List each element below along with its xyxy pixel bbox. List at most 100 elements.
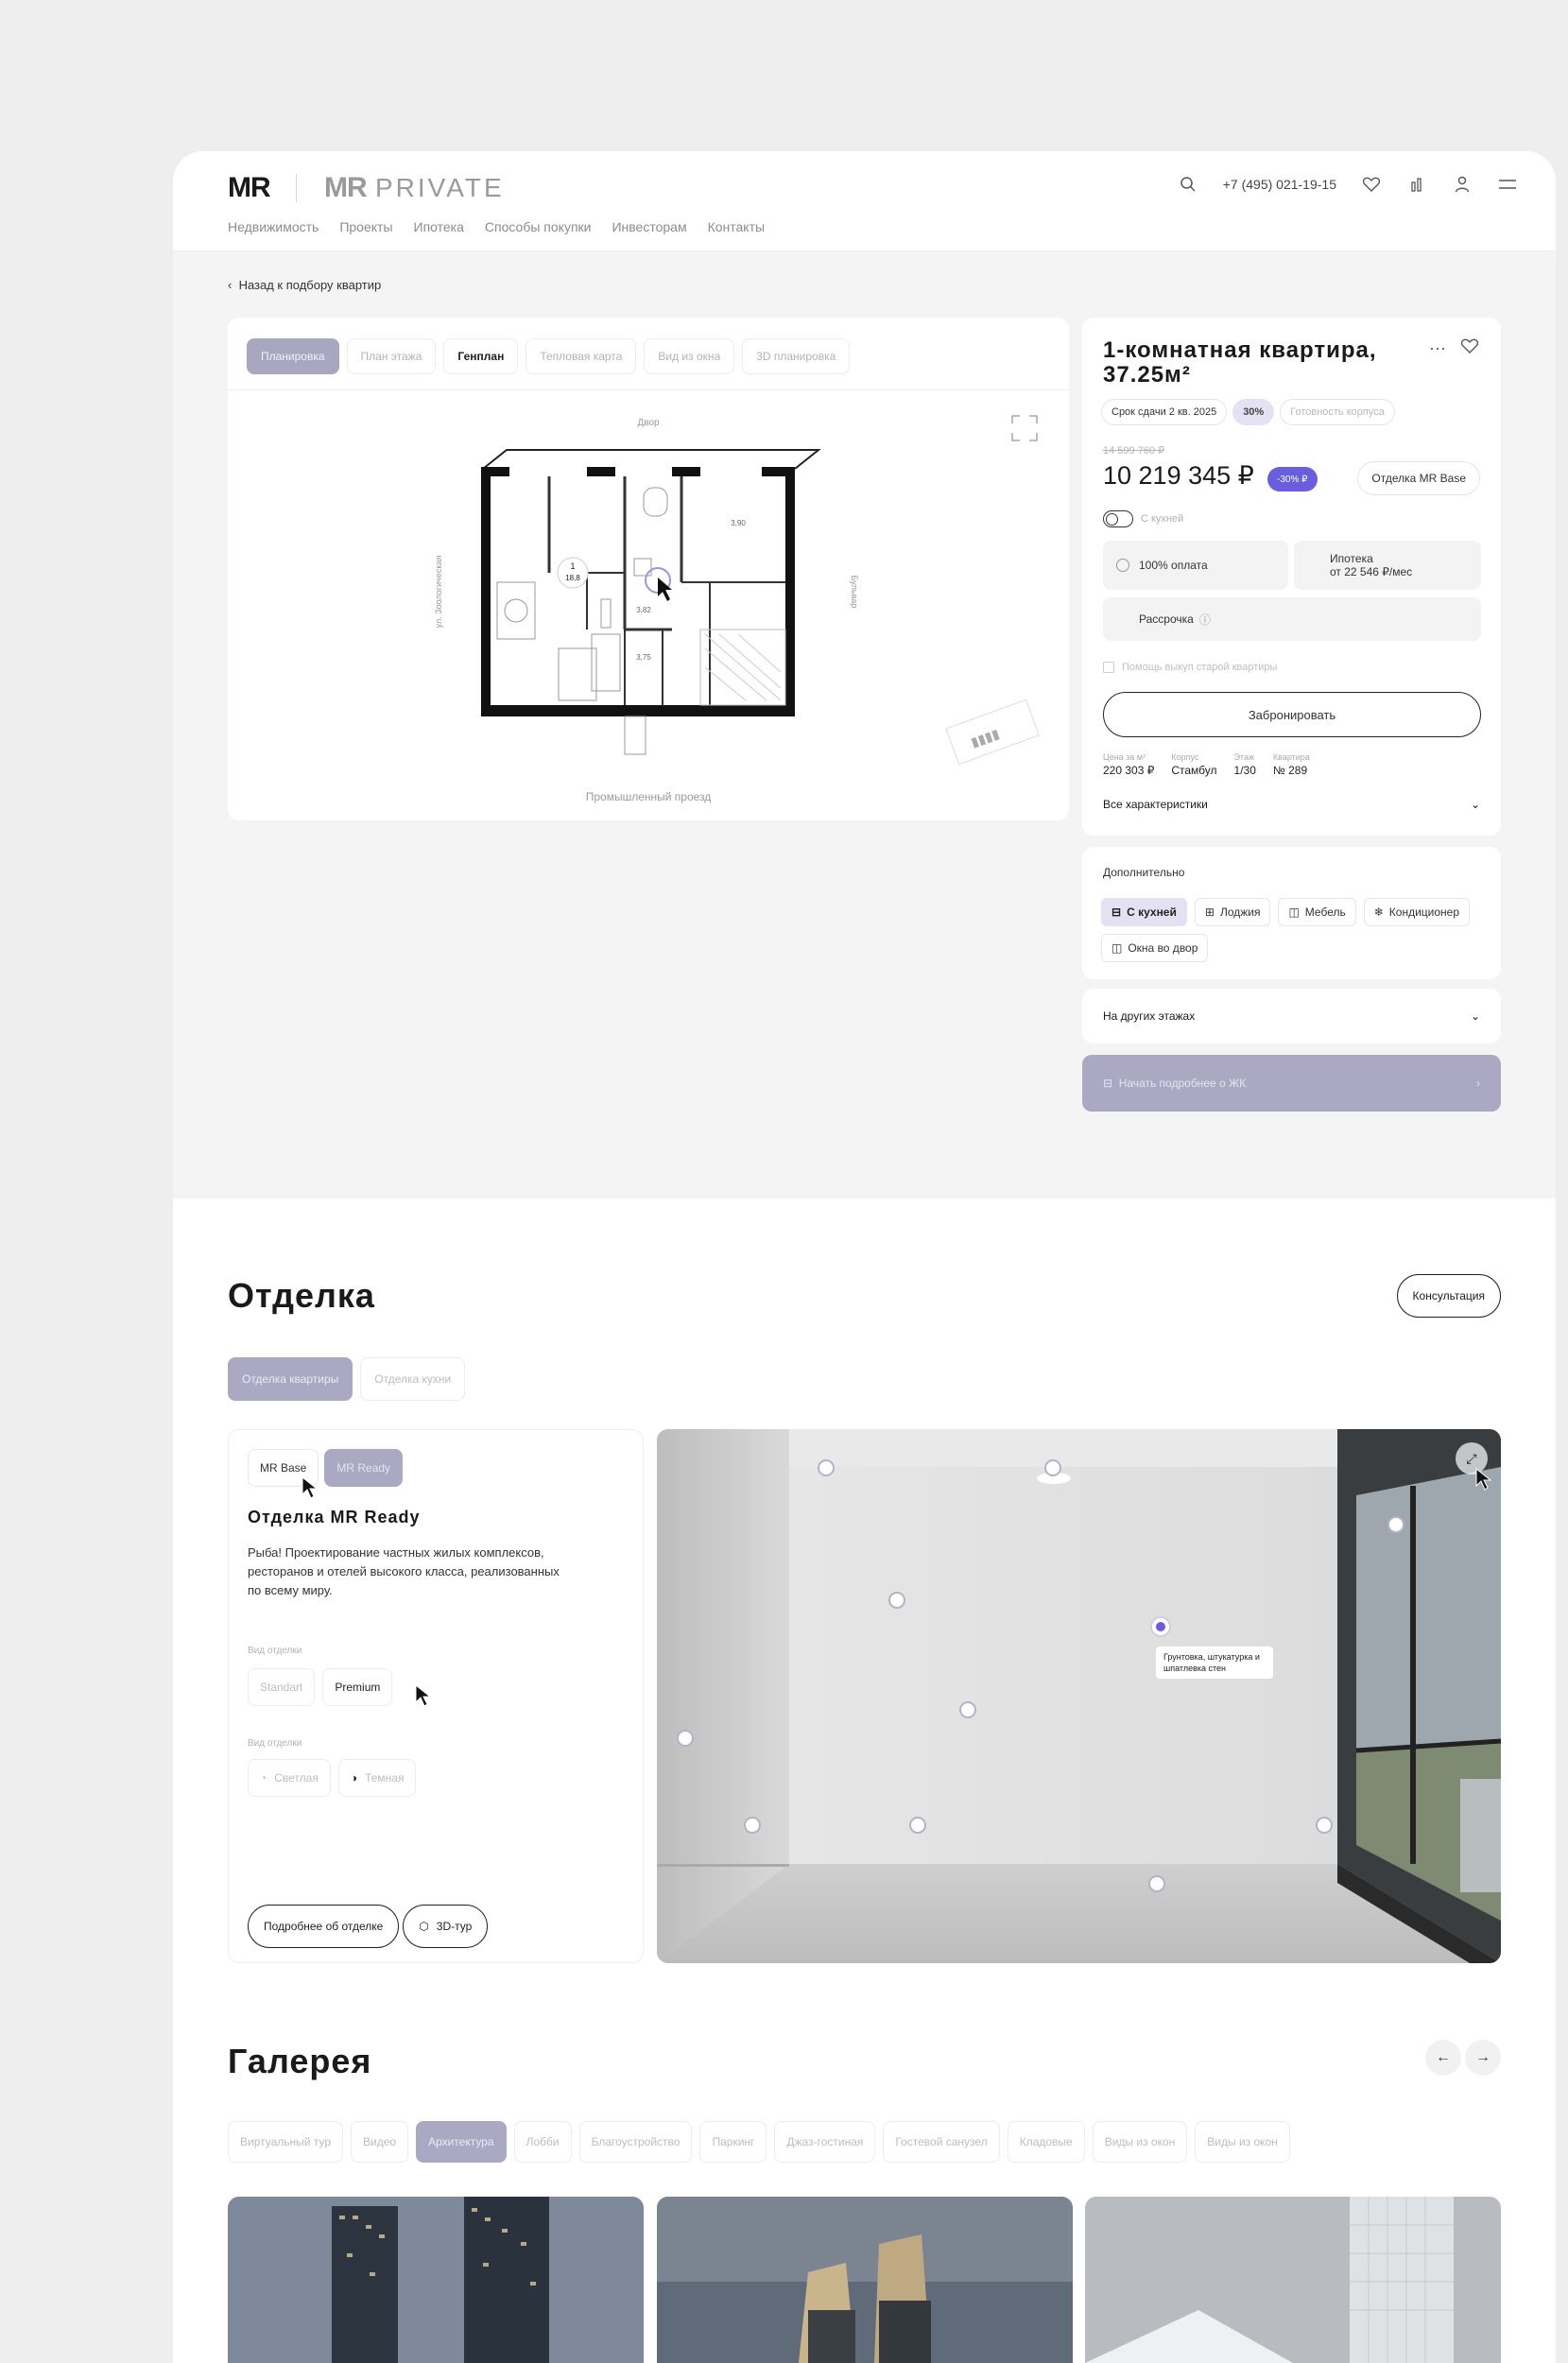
hotspot-active[interactable] (1152, 1618, 1169, 1635)
hotspot[interactable] (909, 1817, 926, 1834)
all-characteristics[interactable]: Все характеристики ⌄ (1103, 798, 1480, 811)
finish-room-render[interactable]: Грунтовка, штукатурка и шпатлевка стен ⤢ (657, 1429, 1501, 1963)
room-area: 18,8 (565, 574, 580, 582)
tag-kitchen[interactable]: ⊟ С кухней (1101, 898, 1187, 926)
info-icon[interactable]: ⓘ (1199, 612, 1211, 628)
tab-apartment-finish[interactable]: Отделка квартиры (228, 1357, 353, 1401)
arrow-left-icon[interactable]: ← (1425, 2040, 1461, 2076)
nav-item-mortgage[interactable]: Ипотека (414, 219, 464, 234)
tab-virtual-tour[interactable]: Виртуальный тур (228, 2121, 343, 2163)
tag-label: Мебель (1304, 906, 1346, 919)
tab-window-views[interactable]: Виды из окон (1092, 2121, 1188, 2163)
heart-icon[interactable] (1361, 174, 1382, 195)
nav-item-projects[interactable]: Проекты (339, 219, 392, 234)
gallery-image-3[interactable] (1085, 2197, 1501, 2363)
package-mr-ready[interactable]: MR Ready (324, 1449, 404, 1487)
hotspot[interactable] (1387, 1516, 1404, 1533)
consultation-button[interactable]: Консультация (1396, 1274, 1501, 1318)
hotspot[interactable] (677, 1730, 694, 1747)
tab-window-view[interactable]: Вид из окна (644, 338, 735, 374)
kitchen-toggle-row[interactable]: С кухней (1103, 510, 1183, 527)
chevron-down-icon: ⌄ (1470, 798, 1480, 811)
tab-layout[interactable]: Планировка (247, 338, 339, 374)
trade-in-label: Помощь выкуп старой квартиры (1122, 662, 1278, 673)
user-icon[interactable] (1452, 174, 1473, 195)
tour-3d-button[interactable]: ⬡ 3D-тур (403, 1905, 489, 1948)
back-link[interactable]: ‹ Назад к подбору квартир (228, 278, 381, 292)
finish-name: Отделка MR Ready (248, 1508, 421, 1526)
sofa-icon: ◫ (1288, 906, 1300, 919)
search-icon[interactable] (1178, 174, 1198, 195)
nav-item-purchase[interactable]: Способы покупки (485, 219, 592, 234)
option-premium[interactable]: Premium (322, 1668, 393, 1706)
hotspot[interactable] (959, 1701, 976, 1718)
spec-label: Корпус (1171, 752, 1199, 762)
option-standart[interactable]: Standart (248, 1668, 316, 1706)
tab-landscaping[interactable]: Благоустройство (578, 2121, 693, 2163)
tab-lobby[interactable]: Лобби (513, 2121, 572, 2163)
nav-item-investors[interactable]: Инвесторам (612, 219, 686, 234)
tag-loggia[interactable]: ⊞ Лоджия (1194, 898, 1271, 926)
logo-private[interactable]: MR PRIVATE (324, 172, 505, 204)
phone-link[interactable]: +7 (495) 021-19-15 (1223, 177, 1336, 192)
tab-window-views-2[interactable]: Виды из окон (1195, 2121, 1290, 2163)
extras-title: Дополнительно (1103, 866, 1185, 879)
logo-mr[interactable]: MR (228, 172, 271, 204)
tab-guest-bathroom[interactable]: Гостевой санузел (883, 2121, 1000, 2163)
loggia-icon: ⊞ (1204, 906, 1215, 919)
book-button[interactable]: Забронировать (1103, 692, 1481, 737)
finish-more-button[interactable]: Подробнее об отделке (248, 1905, 400, 1948)
kitchen-toggle[interactable] (1103, 510, 1133, 527)
radio-pay-full[interactable] (1116, 559, 1129, 572)
more-icon[interactable]: ··· (1429, 338, 1446, 358)
badge-readiness[interactable]: Готовность корпуса (1280, 399, 1395, 425)
hotspot[interactable] (744, 1817, 761, 1834)
gallery-image-1[interactable] (228, 2197, 644, 2363)
hotspot[interactable] (1316, 1817, 1333, 1834)
tab-kitchen-finish[interactable]: Отделка кухни (360, 1357, 466, 1401)
hotspot[interactable] (1148, 1875, 1165, 1892)
tag-windows-yard[interactable]: ◫ Окна во двор (1101, 934, 1209, 962)
mortgage-text: Ипотека от 22 546 ₽/мес (1330, 552, 1412, 578)
nav-item-realty[interactable]: Недвижимость (228, 219, 319, 234)
tag-furniture[interactable]: ◫ Мебель (1278, 898, 1356, 926)
dim-label-1: 3,90 (731, 519, 746, 527)
cta-button[interactable]: ⊟ Начать подробнее о ЖК › (1082, 1055, 1501, 1112)
tab-video[interactable]: Видео (351, 2121, 409, 2163)
hotspot[interactable] (888, 1592, 905, 1609)
tab-3d-layout[interactable]: 3D планировка (742, 338, 851, 374)
spec-value: № 289 (1272, 764, 1308, 777)
trade-in-checkbox[interactable] (1103, 662, 1114, 673)
hotspot[interactable] (818, 1459, 835, 1476)
apartment-section: ‹ Назад к подбору квартир Планировка Пла… (173, 251, 1556, 1199)
option-dark[interactable]: ◑ Темная (337, 1759, 417, 1797)
option-light[interactable]: ◔ Светлая (248, 1759, 331, 1797)
page-frame: MR MR PRIVATE Недвижимость Проекты Ипоте… (173, 151, 1556, 2363)
logo-private-mr: MR (324, 172, 368, 203)
tab-architecture[interactable]: Архитектура (416, 2121, 507, 2163)
finish-chip[interactable]: Отделка MR Base (1357, 461, 1480, 495)
favorite-icon[interactable] (1460, 338, 1479, 358)
gallery-image-2[interactable] (657, 2197, 1073, 2363)
tab-master-plan[interactable]: Генплан (443, 338, 519, 374)
tab-heat-map[interactable]: Тепловая карта (526, 338, 637, 374)
tag-ac[interactable]: ❄ Кондиционер (1363, 898, 1471, 926)
spec-label: Цена за м² (1103, 752, 1146, 762)
installment-option[interactable]: Рассрочка ⓘ (1103, 597, 1481, 641)
mortgage-option[interactable]: Ипотека от 22 546 ₽/мес (1294, 541, 1481, 590)
nav-item-contacts[interactable]: Контакты (708, 219, 765, 234)
menu-icon[interactable] (1497, 174, 1518, 195)
room-render-image (657, 1429, 1501, 1963)
tab-floor-plan[interactable]: План этажа (346, 338, 437, 374)
tour-3d-label: 3D-тур (436, 1920, 473, 1933)
spec-value: 1/30 (1233, 764, 1256, 777)
arrow-right-icon[interactable]: → (1465, 2040, 1501, 2076)
other-floors-dropdown[interactable]: На других этажах ⌄ (1082, 989, 1501, 1044)
trade-in-row[interactable]: Помощь выкуп старой квартиры (1103, 662, 1277, 673)
tab-storage[interactable]: Кладовые (1007, 2121, 1085, 2163)
compare-icon[interactable] (1406, 174, 1427, 195)
tab-jazz-lounge[interactable]: Джаз-гостиная (774, 2121, 876, 2163)
tab-parking[interactable]: Паркинг (699, 2121, 767, 2163)
hotspot[interactable] (1044, 1459, 1061, 1476)
pay-full-option[interactable]: 100% оплата (1103, 541, 1288, 590)
